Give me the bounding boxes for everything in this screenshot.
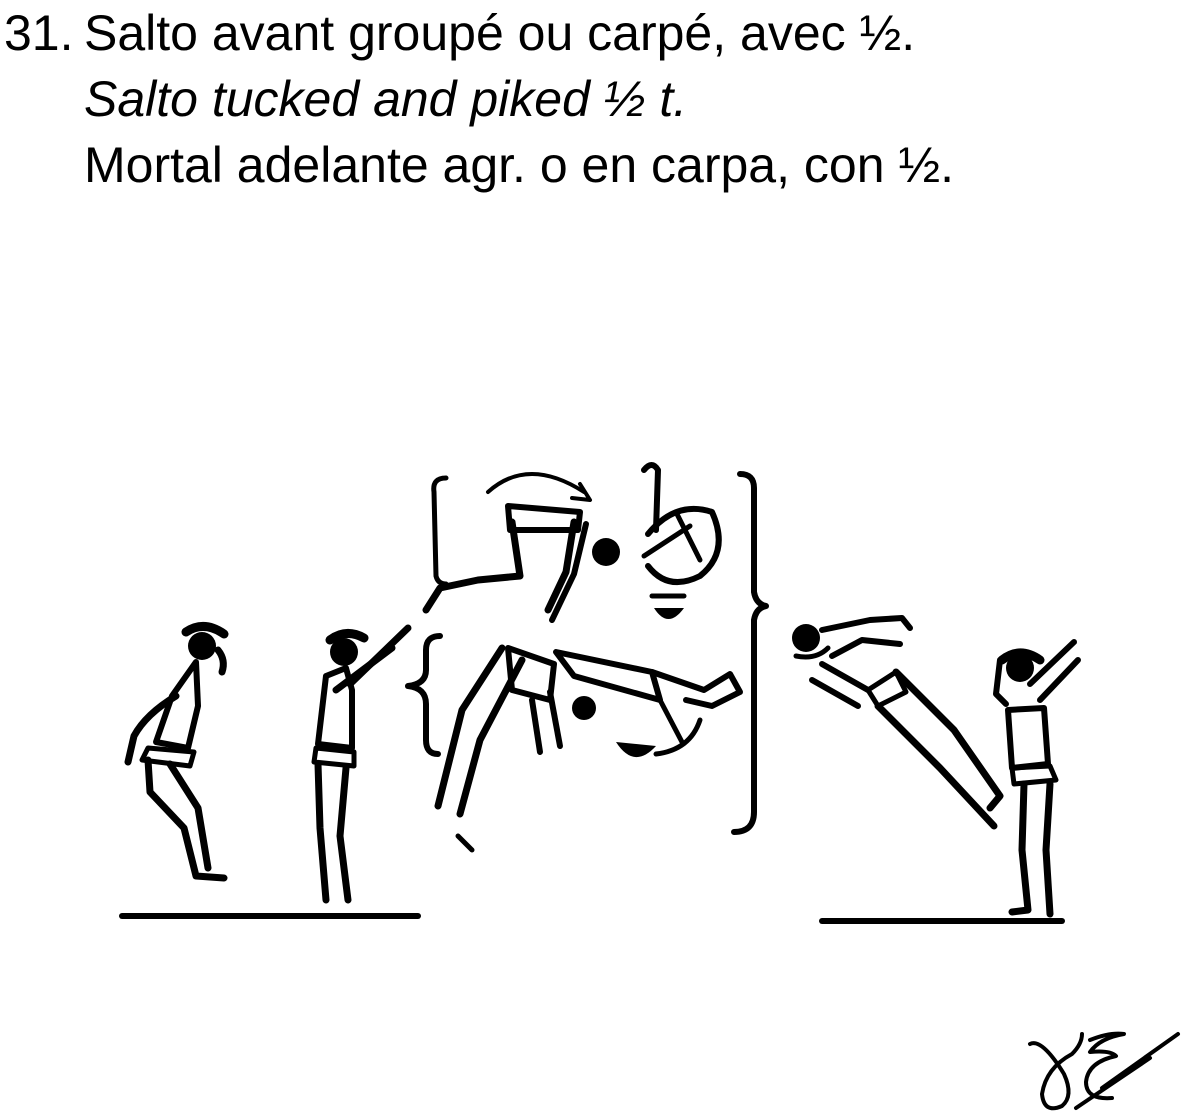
- landing-gymnast: [993, 639, 1081, 918]
- landing-dive-gymnast: [792, 615, 1004, 830]
- left-bracket-upper: [431, 475, 449, 587]
- takeoff-gymnast: [311, 624, 412, 904]
- piked-salto-gymnast: [434, 644, 743, 853]
- gymnastics-diagram: [119, 462, 1180, 1111]
- left-brace-lower: [405, 633, 443, 757]
- standing-gymnast: [124, 622, 229, 882]
- tucked-salto-gymnast: [422, 462, 722, 623]
- right-bracket: [731, 471, 769, 835]
- rotation-arrow: [486, 472, 592, 502]
- signature-initials: [1028, 1031, 1180, 1111]
